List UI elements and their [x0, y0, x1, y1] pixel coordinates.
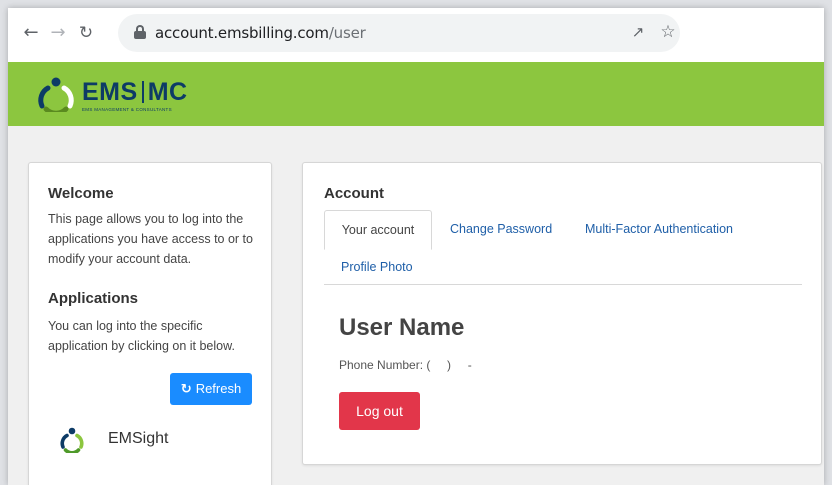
back-arrow-icon[interactable]: ← [20, 22, 42, 44]
app-label: EMSight [108, 430, 169, 447]
phone-value: ( ) - [426, 358, 472, 372]
phone-number: Phone Number: ( ) - [339, 358, 472, 372]
url-text[interactable]: account.emsbilling.com/user [155, 24, 366, 42]
tab-change-password[interactable]: Change Password [450, 222, 552, 236]
tab-your-account[interactable]: Your account [324, 210, 432, 250]
logo-subtitle: EMS MANAGEMENT & CONSULTANTS [82, 107, 172, 112]
app-item-emsight[interactable]: EMSight [59, 425, 219, 455]
welcome-heading: Welcome [48, 185, 114, 202]
browser-window: ← → ↻ account.emsbilling.com/user ↗ ☆ EM… [0, 0, 832, 485]
applications-heading: Applications [48, 290, 139, 307]
lock-icon[interactable] [134, 25, 146, 39]
tab-profile-photo[interactable]: Profile Photo [341, 260, 413, 274]
tab-divider [324, 284, 802, 285]
user-name: User Name [339, 314, 465, 341]
browser-viewport: ← → ↻ account.emsbilling.com/user ↗ ☆ EM… [8, 8, 824, 485]
applications-text: You can log into the specific applicatio… [48, 319, 235, 353]
emsight-logo-icon [60, 427, 84, 453]
page-content: Welcome This page allows you to log into… [8, 126, 824, 485]
welcome-text: This page allows you to log into the app… [48, 212, 253, 266]
refresh-icon: ↻ [180, 382, 192, 397]
logo-wordmark: EMS MC [82, 78, 188, 106]
url-path: /user [328, 24, 366, 42]
phone-label: Phone Number: [339, 358, 424, 372]
ems-mc-logo[interactable]: EMS MC EMS MANAGEMENT & CONSULTANTS [36, 74, 196, 114]
browser-toolbar: ← → ↻ account.emsbilling.com/user ↗ ☆ [8, 8, 824, 62]
tab-multi-factor-authentication[interactable]: Multi-Factor Authentication [585, 222, 733, 236]
ems-logo-icon [38, 77, 74, 112]
account-heading: Account [324, 185, 384, 202]
forward-arrow-icon[interactable]: → [47, 22, 69, 44]
reload-icon[interactable]: ↻ [75, 22, 97, 44]
account-card: Account Your account Change Password Mul… [302, 162, 822, 465]
url-host: account.emsbilling.com [155, 24, 329, 42]
star-icon[interactable]: ☆ [658, 22, 678, 42]
applications-card: Welcome This page allows you to log into… [28, 162, 272, 485]
site-header: EMS MC EMS MANAGEMENT & CONSULTANTS [8, 62, 824, 126]
share-icon[interactable]: ↗ [629, 23, 647, 41]
logout-button[interactable]: Log out [339, 392, 420, 430]
refresh-button[interactable]: ↻ Refresh [170, 373, 252, 405]
address-bar[interactable]: account.emsbilling.com/user ↗ ☆ [118, 14, 680, 52]
